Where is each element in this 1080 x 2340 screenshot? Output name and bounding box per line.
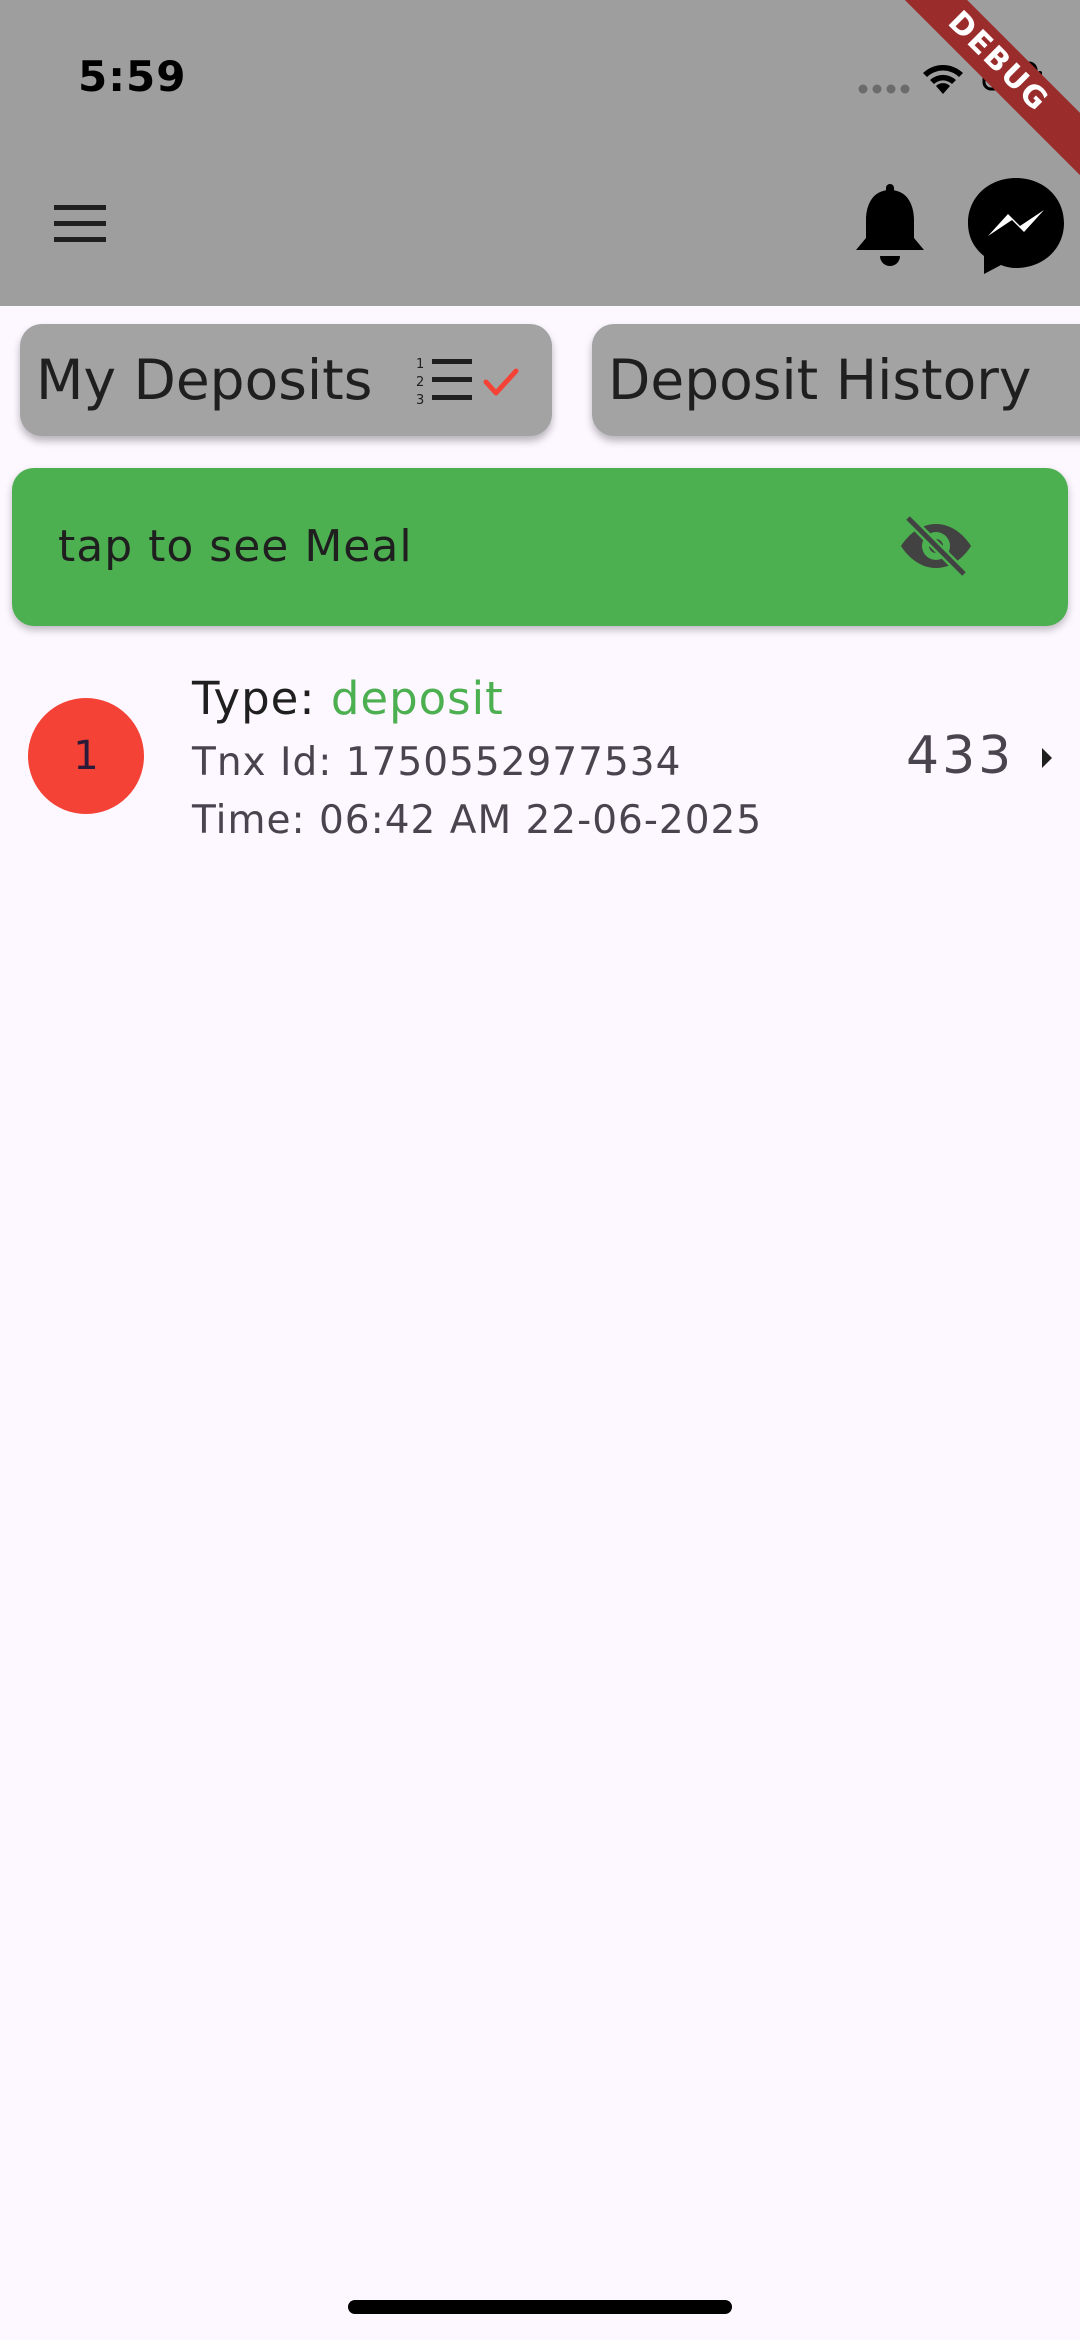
notifications-button[interactable]	[852, 182, 928, 270]
tab-my-deposits-label: My Deposits	[36, 348, 373, 412]
bell-icon	[856, 184, 924, 266]
transaction-id: Tnx Id: 1750552977534	[192, 740, 682, 785]
svg-text:3: 3	[416, 393, 424, 408]
app-bar: 5:59	[0, 0, 1080, 306]
messenger-button[interactable]	[964, 174, 1068, 278]
transaction-type: Type: deposit	[192, 672, 504, 725]
home-indicator	[348, 2300, 732, 2314]
list-check-icon: 1 2 3	[416, 357, 519, 408]
svg-text:2: 2	[416, 375, 424, 390]
transaction-type-label: Type:	[192, 672, 331, 725]
status-time: 5:59	[78, 52, 187, 101]
svg-text:1: 1	[416, 357, 424, 372]
messenger-icon	[968, 178, 1064, 274]
transaction-amount: 433	[906, 726, 1015, 786]
transaction-time: Time: 06:42 AM 22-06-2025	[192, 798, 763, 843]
signal-dots-icon	[858, 84, 910, 94]
tab-deposit-history-label: Deposit History	[608, 348, 1032, 412]
wifi-icon	[923, 65, 963, 94]
tab-my-deposits[interactable]: My Deposits 1 2 3	[20, 324, 552, 436]
menu-button[interactable]	[44, 196, 114, 252]
meal-toggle-banner[interactable]: tap to see Meal	[12, 468, 1068, 626]
transaction-item[interactable]: 1 Type: deposit Tnx Id: 1750552977534 Ti…	[0, 660, 1080, 860]
eye-off-icon	[901, 514, 971, 578]
transaction-type-value: deposit	[330, 672, 504, 725]
menu-icon	[54, 205, 106, 242]
transaction-index-avatar: 1	[28, 698, 144, 814]
chevron-right-icon	[1042, 748, 1052, 768]
tab-deposit-history[interactable]: Deposit History	[592, 324, 1080, 436]
meal-banner-label: tap to see Meal	[58, 521, 413, 572]
